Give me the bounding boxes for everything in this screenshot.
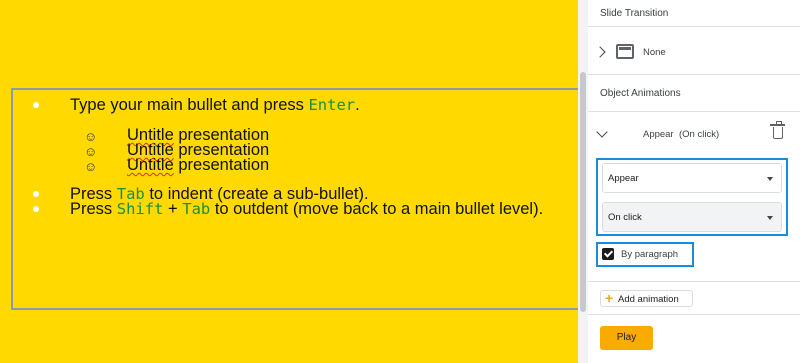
divider [588,314,800,315]
transition-value: None [643,47,666,58]
motion-panel: Slide Transition None Object Animations … [588,0,800,363]
main-bullet-3[interactable]: Press Shift + Tab to outdent (move back … [70,200,543,218]
trigger-select[interactable]: On click [602,202,782,232]
bullet-dot [33,102,39,108]
smiley-bullet-icon: ☺ [84,144,98,159]
add-animation-label: Add animation [618,294,679,305]
slide-text-box[interactable]: Type your main bullet and press Enter. ☺… [11,88,591,310]
dropdown-caret-icon [767,216,773,220]
slide-canvas[interactable]: Type your main bullet and press Enter. ☺… [0,0,591,363]
divider [588,26,800,27]
transition-thumbnail-icon [616,44,634,59]
plus-icon: + [605,290,614,306]
bullet-text: Press [70,200,117,218]
bullet-text: + [163,200,183,218]
divider [588,111,800,112]
misspelled-word: Untitle [127,156,174,174]
animation-trigger: (On click) [679,129,720,140]
panel-scrollbar[interactable] [578,0,588,363]
key-tab: Tab [182,200,211,218]
effect-select-value: Appear [608,173,639,184]
by-paragraph-label[interactable]: By paragraph [621,249,678,260]
scrollbar-thumb[interactable] [580,72,586,312]
play-button[interactable]: Play [600,326,653,350]
bullet-text: . [355,96,360,114]
slide-transition-title: Slide Transition [600,8,669,19]
smiley-bullet-icon: ☺ [84,159,98,174]
dropdown-caret-icon [767,177,773,181]
key-shift: Shift [116,200,164,218]
delete-trash-icon[interactable] [770,121,785,139]
bullet-dot [33,206,39,212]
divider [588,74,800,75]
chevron-right-icon[interactable] [594,46,606,58]
object-animations-title: Object Animations [600,88,681,99]
divider [588,281,800,282]
bullet-text: Type your main bullet and press [70,96,309,114]
sub-bullet-text: presentation [173,156,270,174]
animation-name: Appear [643,129,674,140]
by-paragraph-checkbox[interactable] [602,248,614,260]
sub-bullet-3[interactable]: Untitle presentation [127,156,269,174]
bullet-text: to outdent (move back to a main bullet l… [210,200,544,218]
bullet-dot [33,191,39,197]
trigger-select-value: On click [608,212,642,223]
effect-select[interactable]: Appear [602,163,782,193]
key-enter: Enter [308,96,356,114]
smiley-bullet-icon: ☺ [84,129,98,144]
main-bullet-1[interactable]: Type your main bullet and press Enter. [70,96,360,114]
add-animation-button[interactable]: + Add animation [600,290,693,307]
